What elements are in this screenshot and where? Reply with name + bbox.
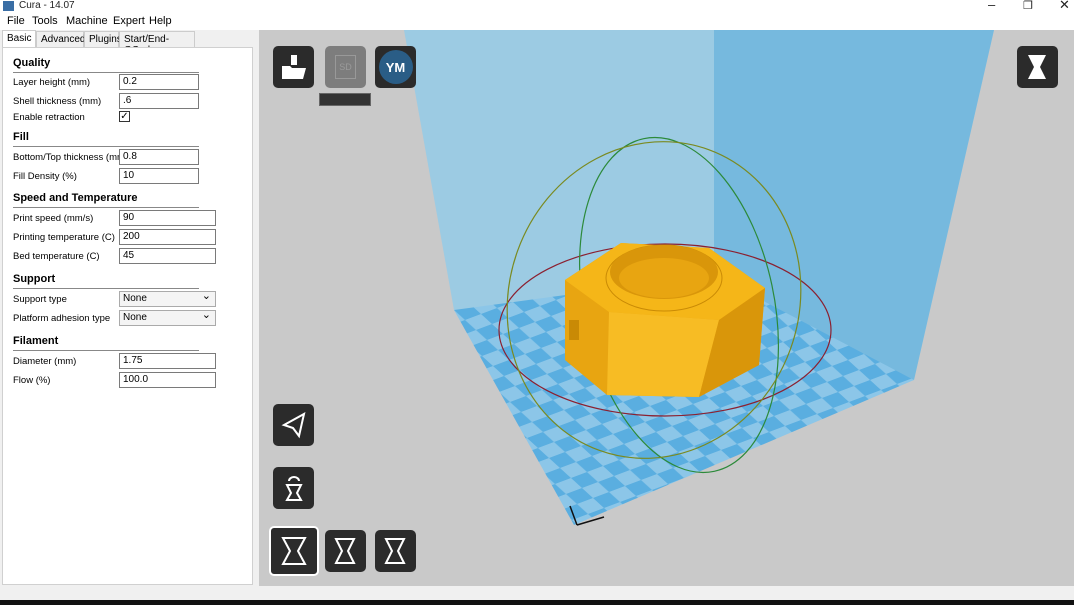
print-speed-label: Print speed (mm/s) bbox=[13, 213, 94, 224]
scene bbox=[404, 30, 994, 526]
status-bar bbox=[0, 586, 1074, 600]
mirror-icon bbox=[281, 537, 307, 565]
save-to-sd-button[interactable]: SD bbox=[325, 46, 366, 88]
youmagine-button[interactable]: YM bbox=[375, 46, 416, 88]
support-type-label: Support type bbox=[13, 294, 67, 305]
section-quality: Quality bbox=[13, 57, 201, 73]
bed-temp-label: Bed temperature (C) bbox=[13, 251, 100, 262]
menu-tools[interactable]: Tools bbox=[32, 15, 58, 27]
adhesion-select[interactable]: None bbox=[119, 308, 216, 326]
mirror-tool-button[interactable] bbox=[269, 526, 319, 576]
taskbar-strip bbox=[0, 600, 1074, 605]
flow-input[interactable]: 100.0 bbox=[119, 372, 216, 388]
close-button[interactable]: ✕ bbox=[1059, 0, 1070, 13]
scale-icon bbox=[284, 476, 303, 501]
mirror-z-button[interactable] bbox=[375, 530, 416, 572]
scale-tool-button[interactable] bbox=[273, 467, 314, 509]
view-mode-icon bbox=[1027, 55, 1046, 79]
rotate-icon bbox=[281, 412, 305, 439]
window-title: Cura - 14.07 bbox=[19, 0, 75, 11]
print-temp-label: Printing temperature (C) bbox=[13, 232, 115, 243]
flow-label: Flow (%) bbox=[13, 375, 51, 386]
section-support: Support bbox=[13, 273, 200, 289]
youmagine-icon: YM bbox=[378, 50, 413, 84]
menu-help[interactable]: Help bbox=[149, 15, 172, 27]
app-icon bbox=[3, 1, 14, 11]
tab-advanced[interactable]: Advanced bbox=[36, 31, 85, 47]
layer-height-input[interactable]: 0.2 bbox=[119, 74, 199, 90]
bottom-top-input[interactable]: 0.8 bbox=[119, 149, 199, 165]
mirror-y-icon bbox=[333, 538, 356, 564]
folder-load-icon bbox=[281, 55, 306, 79]
sd-card-icon: SD bbox=[335, 55, 356, 79]
adhesion-label: Platform adhesion type bbox=[13, 313, 111, 324]
print-temp-input[interactable]: 200 bbox=[119, 229, 216, 245]
view-mode-button[interactable] bbox=[1017, 46, 1058, 88]
shell-thickness-input[interactable]: .6 bbox=[119, 93, 199, 109]
shell-thickness-label: Shell thickness (mm) bbox=[13, 96, 102, 107]
bottom-top-label: Bottom/Top thickness (mm) bbox=[13, 152, 129, 163]
load-model-button[interactable] bbox=[273, 46, 314, 88]
bed-temp-input[interactable]: 45 bbox=[119, 248, 216, 264]
fill-density-input[interactable]: 10 bbox=[119, 168, 199, 184]
print-speed-input[interactable]: 90 bbox=[119, 210, 216, 226]
layer-height-label: Layer height (mm) bbox=[13, 77, 91, 88]
section-speed: Speed and Temperature bbox=[13, 192, 199, 208]
menu-bar: File Tools Machine Expert Help bbox=[0, 13, 1074, 30]
retraction-checkbox[interactable]: ✓ bbox=[119, 111, 130, 122]
retraction-label: Enable retraction bbox=[13, 112, 85, 123]
menu-file[interactable]: File bbox=[7, 15, 25, 27]
diameter-input[interactable]: 1.75 bbox=[119, 353, 216, 369]
tab-plugins[interactable]: Plugins bbox=[84, 31, 122, 47]
fill-density-label: Fill Density (%) bbox=[13, 171, 77, 182]
rotate-tool-button[interactable] bbox=[273, 404, 314, 446]
title-bar: Cura - 14.07 – ❐ ✕ bbox=[0, 0, 1074, 13]
progress-bar bbox=[319, 93, 371, 106]
tab-basic[interactable]: Basic bbox=[2, 30, 36, 48]
3d-viewport[interactable]: SD YM bbox=[259, 30, 1074, 586]
mirror-y-button[interactable] bbox=[325, 530, 366, 572]
minimize-button[interactable]: – bbox=[988, 0, 995, 12]
settings-panel: Quality Layer height (mm) 0.2 Shell thic… bbox=[2, 47, 253, 585]
diameter-label: Diameter (mm) bbox=[13, 356, 77, 367]
support-type-select[interactable]: None bbox=[119, 289, 216, 307]
restore-button[interactable]: ❐ bbox=[1023, 0, 1033, 12]
tab-start-end-gcode[interactable]: Start/End-GCode bbox=[119, 31, 195, 56]
section-filament: Filament bbox=[13, 335, 200, 351]
mirror-z-icon bbox=[383, 538, 406, 564]
menu-expert[interactable]: Expert bbox=[113, 15, 145, 27]
menu-machine[interactable]: Machine bbox=[66, 15, 108, 27]
section-fill: Fill bbox=[13, 131, 198, 147]
